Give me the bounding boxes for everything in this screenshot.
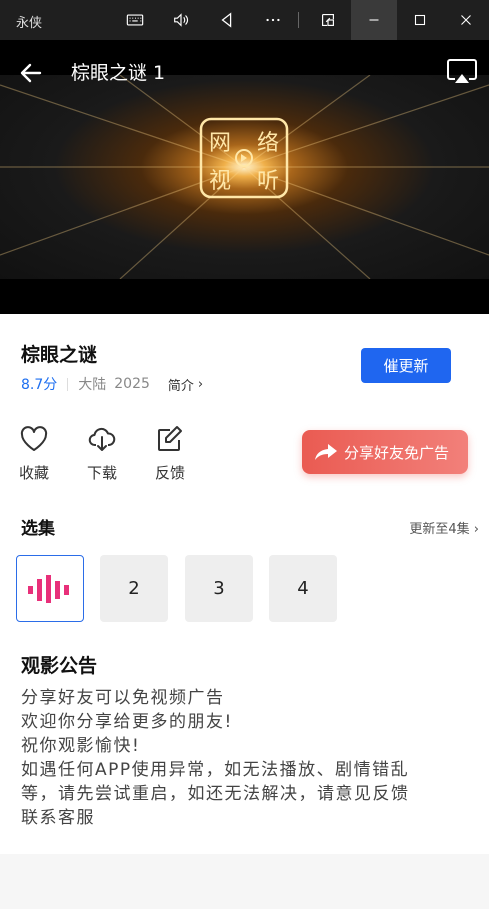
episodes-more-link[interactable]: 更新至4集 › bbox=[409, 518, 479, 537]
video-player[interactable]: 网 络 视 听 棕眼之谜 1 bbox=[0, 40, 489, 314]
share-friends-button[interactable]: 分享好友免广告 bbox=[302, 430, 468, 474]
video-title: 棕眼之谜 1 bbox=[71, 62, 166, 84]
compact-overlay-icon[interactable] bbox=[305, 0, 351, 40]
back-arrow-icon[interactable] bbox=[18, 60, 44, 86]
favorite-label: 收藏 bbox=[18, 464, 49, 482]
edit-note-icon bbox=[158, 426, 182, 451]
window-titlebar: 永侠 bbox=[0, 0, 489, 40]
year: 2025 bbox=[114, 376, 150, 392]
download-label: 下载 bbox=[86, 464, 117, 482]
logo-char-3: 视 bbox=[209, 169, 231, 194]
episode-item[interactable]: 2 bbox=[100, 555, 168, 622]
notice-line: 祝你观影愉快! bbox=[21, 736, 141, 756]
episode-item[interactable]: 4 bbox=[269, 555, 337, 622]
more-icon[interactable] bbox=[250, 0, 296, 40]
detail-panel: 棕眼之谜 8.7分 大陆 2025 简介 › 催更新 收藏 下载 反馈 分享好友… bbox=[0, 314, 489, 854]
share-label: 分享好友免广告 bbox=[344, 443, 450, 462]
maximize-icon[interactable] bbox=[397, 0, 443, 40]
titlebar-divider bbox=[298, 12, 299, 28]
notice-line: 欢迎你分享给更多的朋友! bbox=[21, 712, 233, 732]
favorite-button[interactable]: 收藏 bbox=[9, 424, 59, 483]
app-title: 永侠 bbox=[16, 16, 43, 31]
notice-line: 分享好友可以免视频广告 bbox=[21, 688, 225, 708]
network-av-logo: 网 络 视 听 bbox=[199, 117, 289, 199]
score: 8.7分 bbox=[21, 377, 58, 393]
cloud-download-icon bbox=[88, 427, 116, 451]
back-triangle-icon[interactable] bbox=[204, 0, 250, 40]
share-arrow-icon bbox=[315, 444, 337, 460]
chevron-right-icon[interactable]: › bbox=[198, 377, 203, 392]
episode-item[interactable]: 3 bbox=[185, 555, 253, 622]
notice-line: 如遇任何APP使用异常，如无法播放、剧情错乱 bbox=[21, 760, 410, 780]
intro-link[interactable]: 简介 bbox=[168, 375, 194, 394]
logo-char-4: 听 bbox=[257, 169, 279, 194]
notice-body: 分享好友可以免视频广告 欢迎你分享给更多的朋友! 祝你观影愉快! 如遇任何APP… bbox=[21, 686, 471, 830]
playing-bars-icon bbox=[28, 574, 69, 603]
meta-divider bbox=[67, 377, 69, 391]
logo-char-2: 络 bbox=[257, 131, 279, 156]
keyboard-icon[interactable] bbox=[112, 0, 158, 40]
feedback-button[interactable]: 反馈 bbox=[145, 424, 195, 483]
download-button[interactable]: 下载 bbox=[77, 424, 127, 483]
minimize-icon[interactable] bbox=[351, 0, 397, 40]
cast-icon[interactable] bbox=[446, 58, 478, 86]
episodes-title: 选集 bbox=[21, 519, 55, 539]
episode-item[interactable] bbox=[16, 555, 84, 622]
notice-title: 观影公告 bbox=[21, 655, 98, 677]
logo-char-1: 网 bbox=[209, 131, 231, 156]
show-meta: 8.7分 大陆 2025 简介 › bbox=[21, 374, 203, 394]
notice-line: 联系客服 bbox=[21, 808, 95, 828]
show-title: 棕眼之谜 bbox=[21, 344, 98, 366]
region: 大陆 bbox=[78, 377, 107, 393]
feedback-label: 反馈 bbox=[154, 464, 185, 482]
heart-icon bbox=[20, 426, 48, 451]
notice-line: 等，请先尝试重启，如还无法解决，请意见反馈 bbox=[21, 784, 410, 804]
close-icon[interactable] bbox=[443, 0, 489, 40]
volume-icon[interactable] bbox=[158, 0, 204, 40]
urge-update-button[interactable]: 催更新 bbox=[361, 348, 451, 383]
